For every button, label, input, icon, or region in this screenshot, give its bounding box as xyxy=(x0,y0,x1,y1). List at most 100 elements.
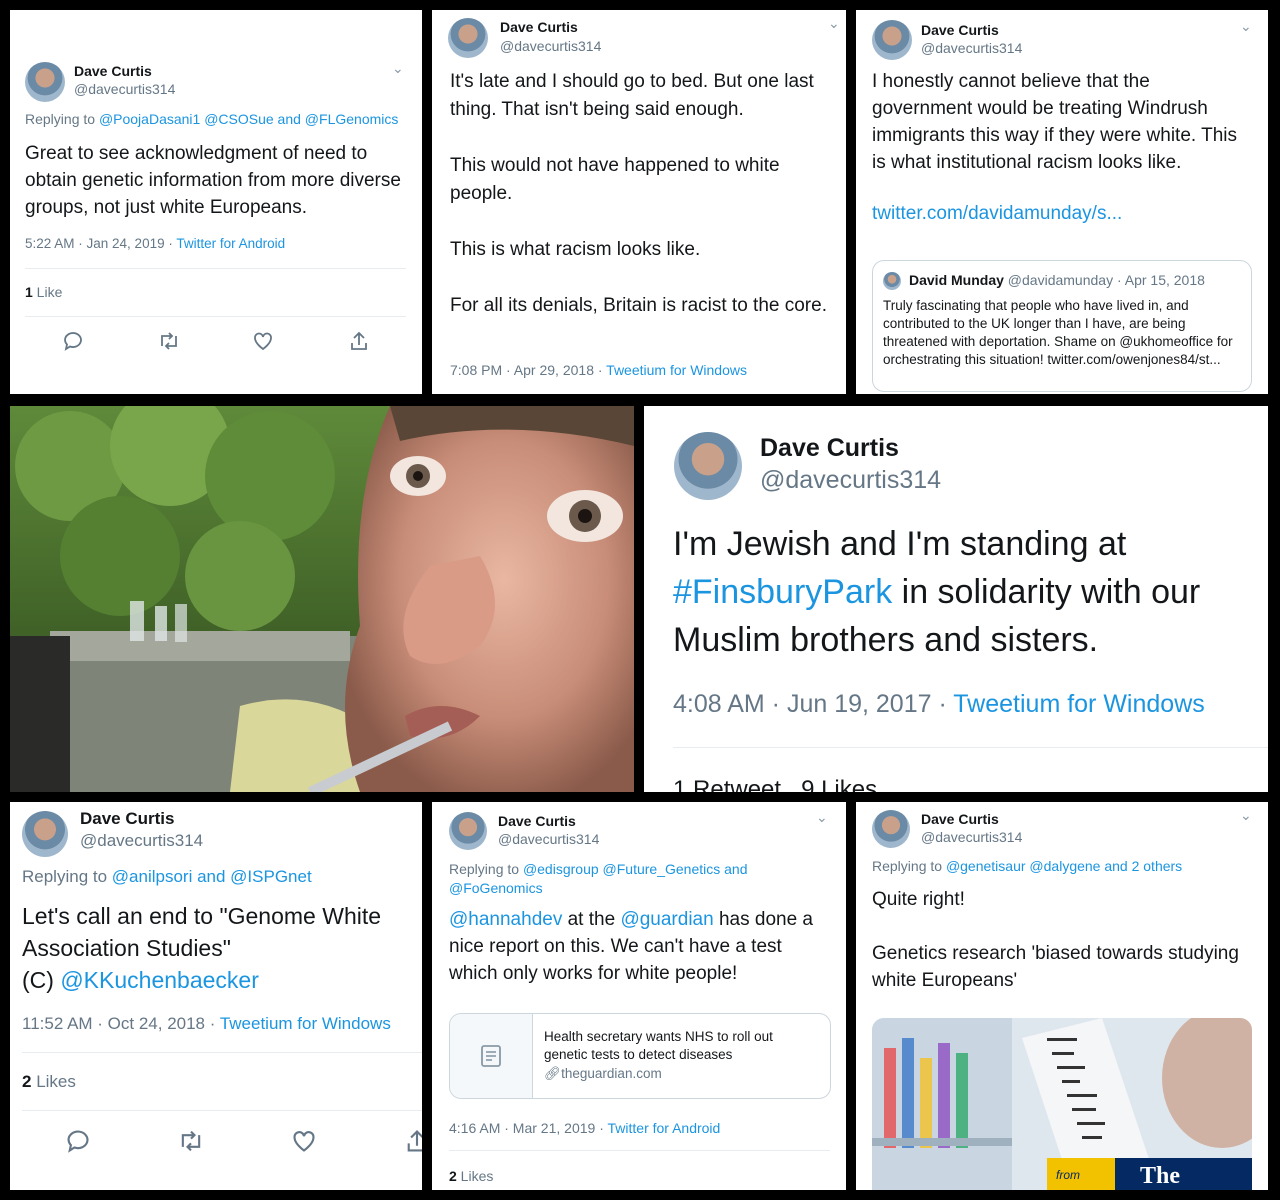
author-handle[interactable]: @davecurtis314 xyxy=(921,40,1022,56)
like-stats[interactable]: 2 Likes xyxy=(449,1168,493,1184)
tweet-text: Let's call an end to "Genome White Assoc… xyxy=(22,900,417,996)
like-label: Likes xyxy=(456,1168,494,1184)
author-name[interactable]: Dave Curtis xyxy=(921,22,999,38)
tweet-text: Great to see acknowledgment of need to o… xyxy=(25,143,401,218)
time: 7:08 PM · Apr 29, 2018 · xyxy=(450,362,607,378)
mention-link[interactable]: @KKuchenbaecker xyxy=(60,967,259,993)
reply-context: Replying to @edisgroup @Future_Genetics … xyxy=(449,860,789,898)
link-card[interactable]: Health secretary wants NHS to roll out g… xyxy=(449,1013,831,1099)
divider xyxy=(25,316,406,317)
author-name[interactable]: Dave Curtis xyxy=(921,811,999,827)
lab-photo xyxy=(872,1018,1252,1190)
reply-handles[interactable]: @anilpsori and @ISPGnet xyxy=(112,867,312,886)
avatar[interactable] xyxy=(872,810,910,848)
tweet-line-credit: (C) @KKuchenbaecker xyxy=(22,964,417,996)
share-icon[interactable] xyxy=(404,1128,422,1154)
chevron-down-icon[interactable]: ⌄ xyxy=(392,60,404,77)
source-link[interactable]: Tweetium for Windows xyxy=(220,1014,391,1033)
reply-handles[interactable]: @genetisaur @dalygene and 2 others xyxy=(946,858,1182,874)
card-domain-text: theguardian.com xyxy=(561,1066,662,1081)
avatar[interactable] xyxy=(448,18,488,58)
chevron-down-icon[interactable]: ⌄ xyxy=(816,809,828,826)
time: 4:16 AM · Mar 21, 2019 · xyxy=(449,1120,608,1136)
reply-icon[interactable] xyxy=(65,1128,91,1154)
retweet-icon[interactable] xyxy=(177,1128,205,1154)
tweet-timestamp: 5:22 AM · Jan 24, 2019 · Twitter for And… xyxy=(25,236,285,251)
tweet-line: This would not have happened to white pe… xyxy=(450,155,780,204)
source-link[interactable]: Tweetium for Windows xyxy=(606,362,747,378)
chevron-down-icon[interactable]: ⌄ xyxy=(1240,807,1252,824)
divider xyxy=(673,747,1268,748)
chevron-down-icon[interactable]: ⌄ xyxy=(828,15,840,32)
like-icon[interactable] xyxy=(252,330,274,352)
tweet-panel-8: Dave Curtis @davecurtis314 ⌄ Replying to… xyxy=(856,802,1268,1190)
avatar[interactable] xyxy=(872,20,912,60)
author-name[interactable]: Dave Curtis xyxy=(498,813,576,829)
tweet-panel-3: Dave Curtis @davecurtis314 ⌄ I honestly … xyxy=(856,10,1268,394)
article-image[interactable]: from The xyxy=(872,1018,1252,1190)
source-link[interactable]: Twitter for Android xyxy=(608,1120,721,1136)
quoted-text: Truly fascinating that people who have l… xyxy=(883,298,1233,367)
reply-prefix: Replying to xyxy=(872,858,946,874)
reply-prefix: Replying to xyxy=(22,867,112,886)
like-stats[interactable]: 2 Likes xyxy=(22,1072,76,1092)
mention-link[interactable]: @guardian xyxy=(620,909,713,930)
card-title: Health secretary wants NHS to roll out g… xyxy=(544,1029,773,1062)
author-handle[interactable]: @davecurtis314 xyxy=(921,829,1022,845)
chevron-down-icon[interactable]: ⌄ xyxy=(1240,18,1252,35)
mention-link[interactable]: @hannahdev xyxy=(449,909,562,930)
author-name[interactable]: Dave Curtis xyxy=(74,63,152,79)
avatar[interactable] xyxy=(674,432,742,500)
author-handle[interactable]: @davecurtis314 xyxy=(760,466,941,495)
tweet-line: It's late and I should go to bed. But on… xyxy=(450,71,814,120)
photo-panel xyxy=(10,406,634,792)
like-stats[interactable]: 1 Like xyxy=(25,284,62,300)
avatar[interactable] xyxy=(449,812,487,850)
author-handle[interactable]: @davecurtis314 xyxy=(74,81,175,97)
source-link[interactable]: Tweetium for Windows xyxy=(953,690,1204,718)
reply-handles[interactable]: @PoojaDasani1 @CSOSue and @FLGenomics xyxy=(99,111,398,127)
time: 11:52 AM · Oct 24, 2018 · xyxy=(22,1014,220,1033)
divider xyxy=(22,1052,422,1053)
reply-context: Replying to @PoojaDasani1 @CSOSue and @F… xyxy=(25,111,398,127)
author-name[interactable]: Dave Curtis xyxy=(760,434,899,463)
tweet-stats[interactable]: 1 Retweet 9 Likes xyxy=(673,776,877,792)
tweet-line: For all its denials, Britain is racist t… xyxy=(450,295,827,316)
quoted-handle: @davidamunday · Apr 15, 2018 xyxy=(1007,272,1205,288)
tweet-panel-6: Dave Curtis @davecurtis314 Replying to @… xyxy=(10,802,422,1190)
image-caption-from: from xyxy=(1056,1168,1080,1182)
quoted-header: David Munday @davidamunday · Apr 15, 201… xyxy=(909,272,1205,288)
divider xyxy=(22,1110,422,1111)
tweet-text-part: at the xyxy=(562,909,621,930)
time: 5:22 AM · Jan 24, 2019 · xyxy=(25,236,177,251)
author-name[interactable]: Dave Curtis xyxy=(80,809,174,829)
quoted-name: David Munday xyxy=(909,272,1004,288)
reply-icon[interactable] xyxy=(62,330,84,352)
tweet-link[interactable]: twitter.com/davidamunday/s... xyxy=(872,203,1122,225)
author-handle[interactable]: @davecurtis314 xyxy=(498,831,599,847)
tweet-text: Quite right! Genetics research 'biased t… xyxy=(872,886,1252,994)
tweet-line: Genetics research 'biased towards studyi… xyxy=(872,943,1239,991)
avatar[interactable] xyxy=(22,811,68,857)
avatar[interactable] xyxy=(25,62,65,102)
quoted-tweet[interactable]: David Munday @davidamunday · Apr 15, 201… xyxy=(872,260,1252,392)
tweet-panel-5: Dave Curtis @davecurtis314 I'm Jewish an… xyxy=(644,406,1268,792)
tweet-timestamp: 4:08 AM · Jun 19, 2017 · Tweetium for Wi… xyxy=(673,690,1205,719)
reply-prefix: Replying to xyxy=(449,861,523,877)
reply-context: Replying to @genetisaur @dalygene and 2 … xyxy=(872,858,1182,874)
author-handle[interactable]: @davecurtis314 xyxy=(80,831,203,851)
like-icon[interactable] xyxy=(291,1128,317,1154)
tweet-panel-7: Dave Curtis @davecurtis314 ⌄ Replying to… xyxy=(432,802,846,1190)
tweet-timestamp: 7:08 PM · Apr 29, 2018 · Tweetium for Wi… xyxy=(450,362,747,378)
source-link[interactable]: Twitter for Android xyxy=(176,236,285,251)
like-count: 2 xyxy=(449,1168,457,1184)
retweet-icon[interactable] xyxy=(157,330,181,352)
hashtag-link[interactable]: #FinsburyPark xyxy=(673,573,892,611)
card-domain: 🔗︎theguardian.com xyxy=(544,1066,662,1082)
share-icon[interactable] xyxy=(348,330,370,352)
author-handle[interactable]: @davecurtis314 xyxy=(500,38,601,54)
time: 4:08 AM · Jun 19, 2017 · xyxy=(673,690,954,718)
tweet-text: @hannahdev at the @guardian has done a n… xyxy=(449,906,829,987)
link-icon: 🔗︎ xyxy=(544,1066,562,1081)
author-name[interactable]: Dave Curtis xyxy=(500,19,578,35)
